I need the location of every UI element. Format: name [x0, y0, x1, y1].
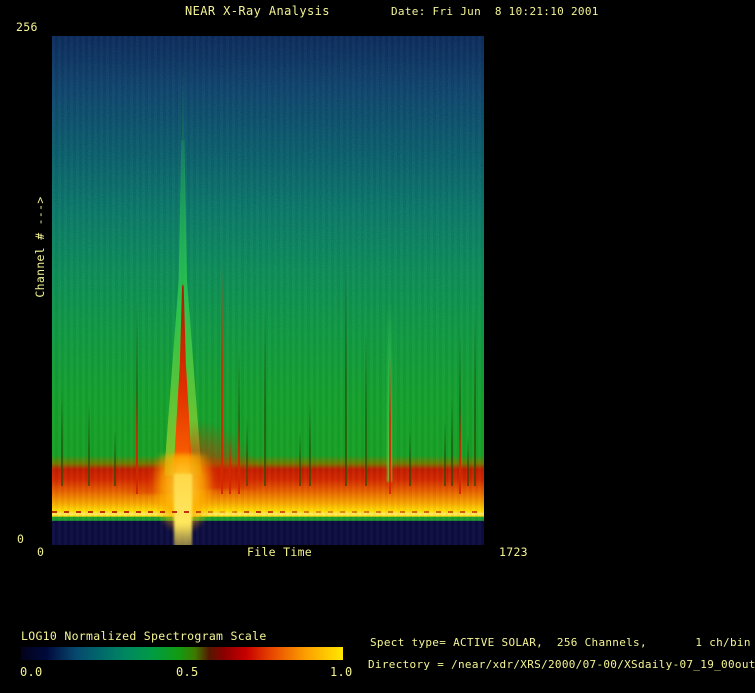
page-title: NEAR X-Ray Analysis [185, 4, 330, 18]
y-axis-max-label: 256 [16, 20, 38, 34]
app-window: NEAR X-Ray Analysis Date: Fri Jun 8 10:2… [0, 0, 755, 693]
spike-dark [61, 390, 63, 486]
colorbar-tick-right: 1.0 [330, 665, 353, 679]
colorbar-tick-left: 0.0 [20, 665, 43, 679]
y-axis-min-label: 0 [17, 532, 24, 546]
spike-dark [345, 255, 347, 486]
x-axis-title: File Time [247, 545, 312, 559]
spect-type-line: Spect type= ACTIVE SOLAR, 256 Channels, … [370, 636, 751, 649]
spectrogram-features [52, 36, 484, 545]
colorbar-title: LOG10 Normalized Spectrogram Scale [21, 629, 267, 643]
spike-dark [264, 310, 266, 486]
x-axis-min-label: 0 [37, 545, 44, 559]
main-flare-upper-streak [182, 64, 184, 139]
spike-dark [365, 330, 367, 486]
spike-dark [474, 310, 476, 486]
spike-dark [444, 420, 446, 486]
spike-dark [88, 400, 90, 486]
spike-dark [114, 430, 116, 486]
x-axis-max-label: 1723 [499, 545, 528, 559]
date-label: Date: Fri Jun 8 10:21:10 2001 [391, 5, 599, 18]
saturation-dashed-line [52, 511, 484, 513]
spike-dark [467, 436, 469, 486]
spike-dark [451, 396, 453, 486]
spike-red [389, 355, 391, 494]
colorbar-gradient [21, 647, 343, 660]
directory-line: Directory = /near/xdr/XRS/2000/07-00/XSd… [368, 658, 755, 671]
y-axis-title: Channel # ---> [33, 196, 47, 297]
spike-dark [309, 400, 311, 486]
spike-dark [299, 430, 301, 486]
spike-dark [409, 430, 411, 486]
spectrogram-plot [52, 36, 484, 545]
spike-red [459, 408, 461, 494]
colorbar-tick-mid: 0.5 [176, 665, 199, 679]
main-flare-saturated-column [174, 474, 192, 545]
